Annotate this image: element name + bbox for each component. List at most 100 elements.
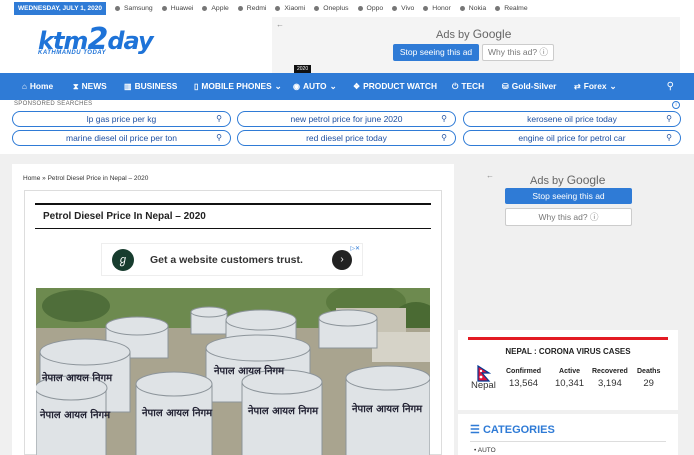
top-bar: WEDNESDAY, JULY 1, 2020 Samsung Huawei A… bbox=[0, 0, 694, 17]
brand-link-nokia[interactable]: Nokia bbox=[459, 2, 486, 15]
inline-ad-text: Get a website customers trust. bbox=[150, 254, 303, 266]
stop-seeing-ad-button[interactable]: Stop seeing this ad bbox=[505, 188, 632, 204]
brand-link-apple[interactable]: Apple bbox=[202, 2, 229, 15]
nav-item-tech[interactable]: ⏻ TECH bbox=[452, 73, 484, 100]
chart-icon: ▥ bbox=[124, 82, 132, 91]
date-badge: WEDNESDAY, JULY 1, 2020 bbox=[14, 2, 106, 15]
chevron-down-icon: ⌄ bbox=[274, 81, 282, 91]
brand-link-vivo[interactable]: Vivo bbox=[392, 2, 414, 15]
ads-by-google-label: Ads by Google bbox=[436, 27, 512, 41]
covid-country: Nepal bbox=[471, 380, 496, 391]
nav-search-icon[interactable]: ⚲ bbox=[667, 73, 674, 100]
tank-label: नेपाल आयल निगम bbox=[141, 406, 213, 419]
list-icon: ☰ bbox=[470, 424, 480, 436]
tank-label: नेपाल आयल निगम bbox=[247, 404, 319, 417]
brand-link-huawei[interactable]: Huawei bbox=[161, 2, 193, 15]
nav-item-business[interactable]: ▥ BUSINESS bbox=[124, 73, 177, 100]
brand-icon bbox=[237, 6, 243, 11]
brand-link-samsung[interactable]: Samsung bbox=[115, 2, 153, 15]
ad-back-arrow-icon[interactable]: ← bbox=[276, 20, 284, 29]
covid-heading: NEPAL : CORONA VIRUS CASES bbox=[505, 347, 631, 356]
nav-item-mobile-phones[interactable]: ▯ MOBILE PHONES ⌄ bbox=[194, 73, 282, 100]
sponsored-pill[interactable]: new petrol price for june 2020 ⚲ bbox=[237, 111, 456, 127]
sponsored-pill[interactable]: engine oil price for petrol car ⚲ bbox=[463, 130, 681, 146]
chevron-down-icon: ⌄ bbox=[609, 81, 617, 91]
forex-icon: ⇄ bbox=[574, 82, 581, 91]
tank-label: नेपाल आयल निगम bbox=[351, 402, 423, 415]
brand-icon bbox=[392, 6, 398, 11]
search-icon: ⚲ bbox=[666, 133, 672, 142]
ads-by-google-label: Ads by Google bbox=[530, 173, 606, 187]
site-logo[interactable]: ktm2day KATHMANDU TODAY bbox=[38, 25, 154, 57]
why-this-ad-button[interactable]: Why this ad? ⓘ bbox=[505, 208, 632, 226]
breadcrumb[interactable]: Home » Petrol Diesel Price in Nepal – 20… bbox=[23, 175, 148, 182]
ad-choices-icon[interactable]: ▷✕ bbox=[350, 245, 360, 252]
car-icon: ◉ bbox=[293, 82, 300, 91]
info-icon[interactable]: i bbox=[672, 101, 680, 109]
brand-link-oppo[interactable]: Oppo bbox=[357, 2, 383, 15]
ad-logo-icon: ℊ bbox=[112, 249, 134, 271]
home-icon: ⌂ bbox=[22, 82, 27, 91]
brand-icon bbox=[495, 6, 501, 11]
nav-item-home[interactable]: ⌂ Home bbox=[22, 73, 53, 100]
covid-recovered: Recovered 3,194 bbox=[592, 368, 628, 389]
search-icon: ⚲ bbox=[666, 114, 672, 123]
nav-item-news[interactable]: ⧗ NEWS bbox=[73, 73, 107, 100]
ad-back-arrow-icon[interactable]: ← bbox=[486, 171, 494, 180]
main-nav: 2020 ⌂ Home ⧗ NEWS ▥ BUSINESS ▯ MOBILE PHONE… bbox=[0, 65, 694, 100]
nav-year-badge: 2020 bbox=[294, 65, 312, 73]
sponsored-label: SPONSORED SEARCHES bbox=[14, 101, 93, 107]
tank-label: नेपाल आयल निगम bbox=[41, 371, 113, 384]
categories-heading: ☰ CATEGORIES bbox=[470, 424, 555, 436]
brand-icon bbox=[275, 6, 281, 11]
inline-ad[interactable]: ℊ Get a website customers trust. › ▷✕ bbox=[101, 243, 363, 276]
brand-link-redmi[interactable]: Redmi bbox=[237, 2, 266, 15]
page-title: Petrol Diesel Price In Nepal – 2020 bbox=[43, 211, 206, 222]
search-icon: ⚲ bbox=[441, 133, 447, 142]
hourglass-icon: ⧗ bbox=[73, 82, 79, 91]
tank-label: नेपाल आयल निगम bbox=[213, 364, 285, 377]
brand-link-honor[interactable]: Honor bbox=[423, 2, 451, 15]
oil-tanks-image: नेपाल आयल निगम नेपाल आयल निगम नेपाल आयल … bbox=[36, 288, 430, 455]
nav-item-auto[interactable]: ◉ AUTO ⌄ bbox=[293, 73, 337, 100]
covid-deaths: Deaths 29 bbox=[637, 368, 661, 389]
main-content: Home » Petrol Diesel Price in Nepal – 20… bbox=[12, 164, 454, 455]
category-link[interactable]: • AUTO bbox=[474, 447, 496, 454]
brand-link-xiaomi[interactable]: Xiaomi bbox=[275, 2, 305, 15]
covid-cases-widget: NEPAL : CORONA VIRUS CASES Nepal Confirm… bbox=[458, 330, 678, 410]
article-card: Petrol Diesel Price In Nepal – 2020 ℊ Ge… bbox=[24, 190, 442, 455]
sponsored-pill[interactable]: marine diesel oil price per ton ⚲ bbox=[12, 130, 231, 146]
top-ad-box: ← Ads by Google Stop seeing this ad Why … bbox=[272, 17, 680, 73]
sponsored-pill[interactable]: lp gas price per kg ⚲ bbox=[12, 111, 231, 127]
brand-icon bbox=[115, 6, 120, 11]
widget-accent-bar bbox=[468, 337, 668, 340]
power-icon: ⏻ bbox=[452, 82, 459, 91]
brand-link-realme[interactable]: Realme bbox=[495, 2, 528, 15]
nav-item-forex[interactable]: ⇄ Forex ⌄ bbox=[574, 73, 617, 100]
info-icon: ⓘ bbox=[590, 212, 599, 222]
phone-icon: ▯ bbox=[194, 82, 199, 91]
why-this-ad-button[interactable]: Why this ad? ⓘ bbox=[482, 44, 554, 61]
tank-label: नेपाल आयल निगम bbox=[39, 408, 111, 421]
brand-link-oneplus[interactable]: Oneplus bbox=[314, 2, 349, 15]
covid-active: Active 10,341 bbox=[555, 368, 585, 389]
brand-icon bbox=[161, 6, 167, 11]
chevron-down-icon: ⌄ bbox=[329, 81, 337, 91]
nav-item-product-watch[interactable]: ❖ PRODUCT WATCH bbox=[353, 73, 437, 100]
brand-links: Samsung Huawei Apple Redmi Xiaomi Oneplu… bbox=[115, 2, 537, 15]
sponsored-pill[interactable]: red diesel price today ⚲ bbox=[237, 130, 456, 146]
article-title-box: Petrol Diesel Price In Nepal – 2020 bbox=[35, 203, 431, 229]
covid-confirmed: Confirmed 13,564 bbox=[506, 368, 541, 389]
article-photo-oil-tanks: नेपाल आयल निगम नेपाल आयल निगम नेपाल आयल … bbox=[36, 288, 430, 455]
nav-item-gold-silver[interactable]: ⛁ Gold-Silver bbox=[502, 73, 556, 100]
brand-icon bbox=[423, 6, 429, 11]
categories-widget: ☰ CATEGORIES • AUTO bbox=[458, 414, 678, 455]
stop-seeing-ad-button[interactable]: Stop seeing this ad bbox=[393, 44, 479, 61]
search-icon: ⚲ bbox=[441, 114, 447, 123]
search-icon: ⚲ bbox=[216, 133, 222, 142]
arrow-right-icon[interactable]: › bbox=[332, 250, 352, 270]
brand-icon bbox=[314, 6, 320, 11]
sponsored-pill[interactable]: kerosene oil price today ⚲ bbox=[463, 111, 681, 127]
brand-icon bbox=[459, 6, 465, 11]
dropbox-icon: ❖ bbox=[353, 82, 361, 91]
